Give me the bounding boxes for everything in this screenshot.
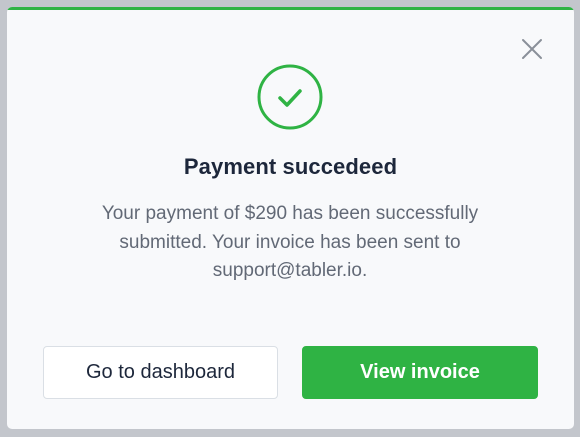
circle-check-icon — [256, 63, 324, 131]
message-line: submitted. Your invoice has been sent to — [119, 231, 461, 253]
go-to-dashboard-button[interactable]: Go to dashboard — [43, 346, 278, 399]
view-invoice-label: View invoice — [360, 361, 480, 383]
modal-message: Your payment of $290 has been successful… — [47, 200, 533, 286]
go-to-dashboard-label: Go to dashboard — [86, 361, 235, 383]
payment-success-modal: Payment succedeed Your payment of $290 h… — [7, 7, 574, 429]
message-line: support@tabler.io. — [212, 260, 368, 281]
close-icon — [522, 39, 542, 59]
modal-title: Payment succedeed — [183, 154, 398, 179]
message-line: Your payment of $290 has been successful… — [101, 203, 479, 224]
modal-status-bar — [7, 7, 574, 10]
close-button[interactable] — [520, 37, 544, 61]
view-invoice-button[interactable]: View invoice — [302, 346, 538, 399]
